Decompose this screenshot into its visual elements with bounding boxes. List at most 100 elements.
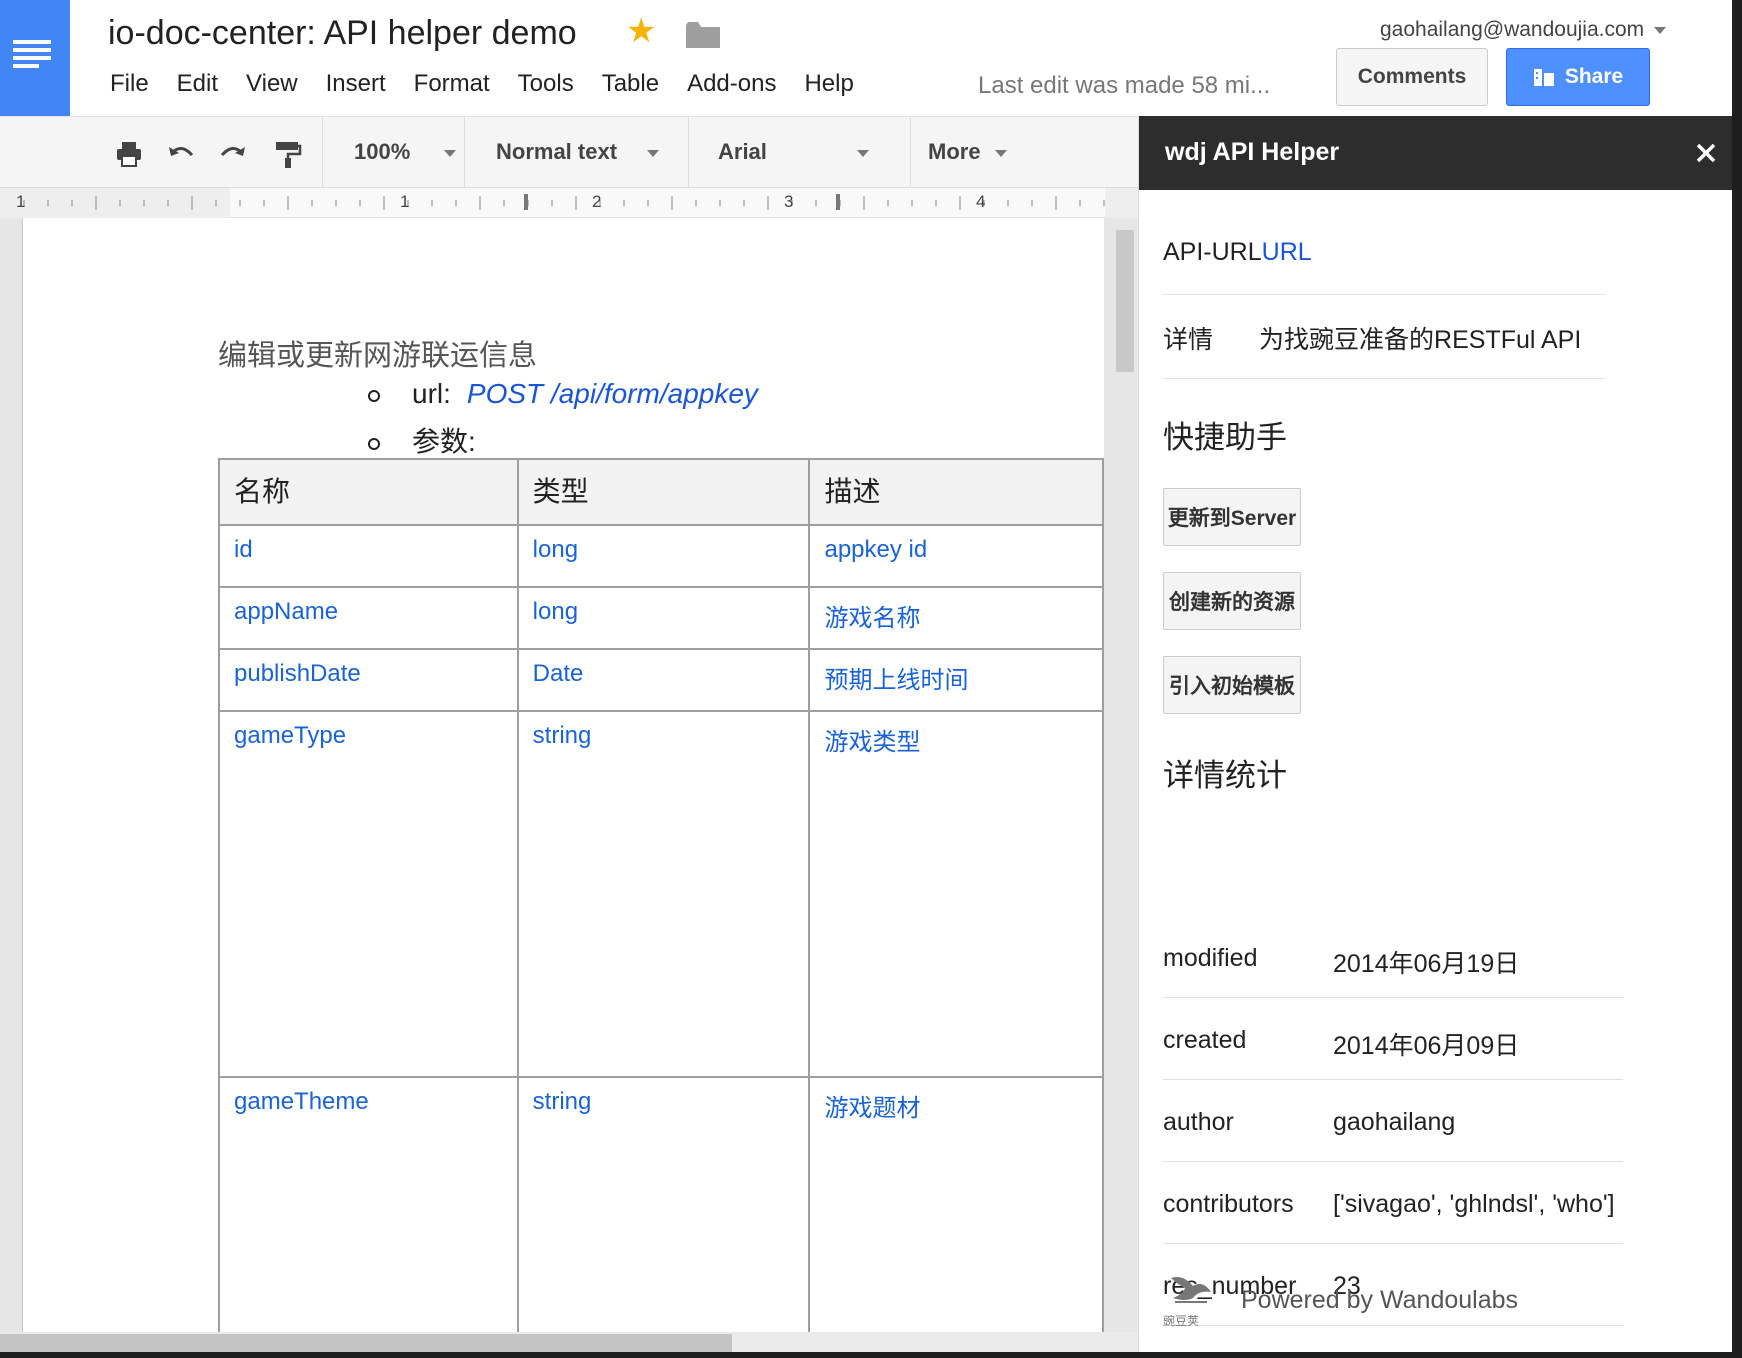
zoom-select[interactable]: 100% (354, 139, 457, 165)
powered-by-text: Powered by Wandoulabs (1241, 1286, 1519, 1314)
toolbar-separator (910, 117, 911, 189)
update-server-button[interactable]: 更新到Server (1163, 488, 1301, 546)
stat-row-created: created 2014年06月09日 (1163, 998, 1623, 1080)
table-header-cell[interactable]: 类型 (516, 458, 811, 526)
table-row: gameType string 游戏类型 (218, 710, 1104, 1078)
detail-label: 详情 (1163, 326, 1214, 354)
table-header-cell[interactable]: 名称 (218, 458, 519, 526)
menu-add-ons[interactable]: Add-ons (687, 70, 776, 98)
menu-format[interactable]: Format (414, 70, 490, 98)
horizontal-scrollbar[interactable] (0, 1334, 732, 1352)
url-label: url: (412, 378, 451, 409)
api-url-row: API-URLURL (1163, 238, 1312, 267)
table-cell[interactable]: 游戏题材 (808, 1076, 1104, 1338)
ruler-number: 3 (784, 192, 794, 211)
menu-insert[interactable]: Insert (326, 70, 386, 98)
logo-text: 豌豆荚 (1163, 1314, 1200, 1328)
last-edit-status[interactable]: Last edit was made 58 mi... (978, 72, 1270, 100)
menu-table[interactable]: Table (602, 70, 659, 98)
docs-home-icon[interactable] (0, 0, 70, 116)
ruler-number: 4 (976, 192, 986, 211)
table-header-cell[interactable]: 描述 (808, 458, 1104, 526)
stats-title: 详情统计 (1163, 758, 1287, 793)
document-title[interactable]: io-doc-center: API helper demo (108, 14, 577, 53)
account-menu[interactable]: gaohailang@wandoujia.com (1380, 18, 1667, 42)
table-row: publishDate Date 预期上线时间 (218, 648, 1104, 712)
menu-tools[interactable]: Tools (518, 70, 574, 98)
menu-edit[interactable]: Edit (177, 70, 218, 98)
paint-format-icon[interactable] (272, 139, 302, 169)
url-value-link[interactable]: POST /api/form/appkey (467, 378, 758, 409)
chevron-down-icon (994, 149, 1007, 157)
zoom-value: 100% (354, 139, 411, 164)
stat-row-contributors: contributors ['sivagao', 'ghlndsl', 'who… (1163, 1162, 1623, 1244)
wandoujia-logo: 豌豆荚 (1163, 1272, 1217, 1328)
chevron-down-icon (856, 149, 869, 157)
table-cell[interactable]: id (218, 524, 519, 588)
import-template-button[interactable]: 引入初始模板 (1163, 656, 1301, 714)
toolbar-separator (322, 117, 323, 189)
folder-icon[interactable] (686, 22, 720, 48)
paragraph-style-value: Normal text (496, 139, 618, 164)
table-cell[interactable]: long (516, 524, 811, 588)
comments-button[interactable]: Comments (1336, 48, 1488, 106)
stat-key: author (1163, 1108, 1234, 1136)
api-url-link[interactable]: URL (1262, 238, 1312, 266)
stat-key: modified (1163, 944, 1258, 972)
table-cell[interactable]: appName (218, 586, 519, 650)
chevron-down-icon (444, 149, 457, 157)
paragraph-style-select[interactable]: Normal text (496, 139, 660, 165)
menu-help[interactable]: Help (804, 70, 853, 98)
table-cell[interactable]: appkey id (808, 524, 1104, 588)
create-resource-button[interactable]: 创建新的资源 (1163, 572, 1301, 630)
app-header: io-doc-center: API helper demo ★ File Edi… (0, 0, 1742, 116)
ruler-number: 1 (400, 192, 410, 211)
stat-value: ['sivagao', 'ghlndsl', 'who'] (1333, 1190, 1615, 1218)
font-value: Arial (718, 139, 767, 164)
close-icon[interactable] (1691, 138, 1721, 168)
stat-value: gaohailang (1333, 1108, 1456, 1136)
table-cell[interactable]: gameType (218, 710, 519, 1078)
vertical-scrollbar[interactable] (1116, 230, 1134, 372)
more-menu[interactable]: More (928, 139, 1007, 165)
bullet-url: url: POST /api/form/appkey (368, 378, 758, 410)
window-edge (0, 1352, 1742, 1358)
document-page[interactable]: 编辑或更新网游联运信息 url: POST /api/form/appkey 参数… (22, 218, 1104, 1338)
params-table[interactable]: 名称 类型 描述 id long appkey id appName long … (218, 458, 1104, 1338)
document-canvas[interactable]: 编辑或更新网游联运信息 url: POST /api/form/appkey 参数… (0, 218, 1138, 1338)
formatting-toolbar: 100% Normal text Arial More (0, 116, 1138, 189)
ruler[interactable]: 1 1 2 3 4 (0, 188, 1138, 218)
table-cell[interactable]: 游戏类型 (808, 710, 1104, 1078)
toolbar-separator (688, 117, 689, 189)
table-cell[interactable]: publishDate (218, 648, 519, 712)
table-cell[interactable]: 预期上线时间 (808, 648, 1104, 712)
menu-file[interactable]: File (110, 70, 149, 98)
bullet-circle-icon (368, 437, 380, 450)
menu-view[interactable]: View (246, 70, 298, 98)
table-cell[interactable]: 游戏名称 (808, 586, 1104, 650)
star-icon[interactable]: ★ (626, 14, 656, 48)
window-edge (1732, 0, 1742, 1358)
stat-value: 2014年06月09日 (1333, 1032, 1520, 1060)
table-cell[interactable]: string (516, 1076, 811, 1338)
table-cell[interactable]: long (516, 586, 811, 650)
ruler-ticks (0, 188, 1138, 218)
redo-icon[interactable] (218, 139, 248, 169)
table-row: appName long 游戏名称 (218, 586, 1104, 650)
print-icon[interactable] (114, 139, 144, 169)
account-email: gaohailang@wandoujia.com (1380, 18, 1645, 41)
stats-list: modified 2014年06月19日 created 2014年06月09日… (1163, 916, 1623, 1326)
wandoujia-bird-icon (1171, 1277, 1211, 1303)
stat-row-modified: modified 2014年06月19日 (1163, 916, 1623, 998)
divider (1163, 294, 1605, 295)
chevron-down-icon (1654, 26, 1667, 34)
table-cell[interactable]: string (516, 710, 811, 1078)
detail-value: 为找豌豆准备的RESTFul API (1259, 326, 1582, 354)
table-cell[interactable]: gameTheme (218, 1076, 519, 1338)
bullet-circle-icon (368, 389, 380, 402)
font-select[interactable]: Arial (718, 139, 869, 165)
undo-icon[interactable] (166, 139, 196, 169)
table-cell[interactable]: Date (516, 648, 811, 712)
share-button[interactable]: Share (1506, 48, 1650, 106)
stat-key: created (1163, 1026, 1247, 1054)
